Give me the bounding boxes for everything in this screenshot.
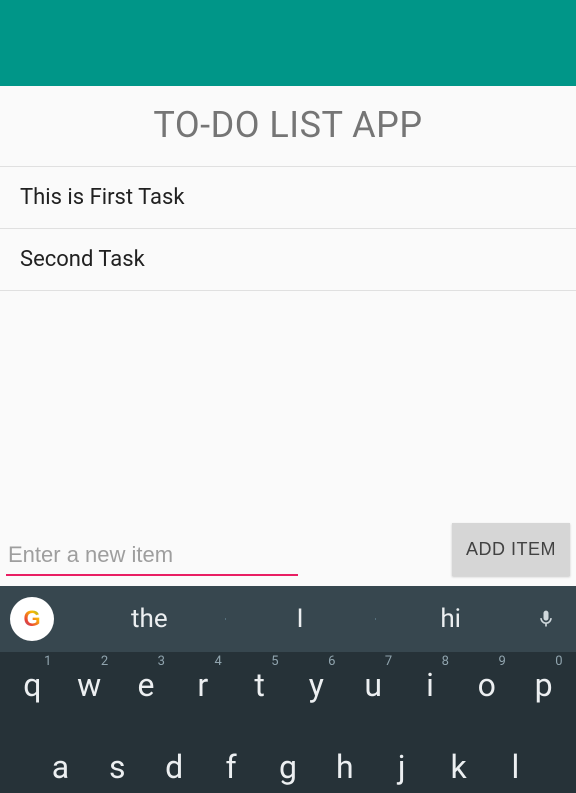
key-j[interactable]: j [377,748,427,786]
input-row: ADD ITEM [0,523,576,586]
input-wrap [6,536,442,576]
key-o[interactable]: o9 [462,666,512,704]
key-y[interactable]: y6 [291,666,341,704]
new-item-input[interactable] [6,536,298,576]
keyboard-suggestion[interactable]: the [74,604,225,634]
add-item-button[interactable]: ADD ITEM [452,523,570,576]
list-item[interactable]: Second Task [0,229,576,291]
key-i[interactable]: i8 [405,666,455,704]
key-a[interactable]: a [35,748,85,786]
key-l[interactable]: l [490,748,540,786]
key-d[interactable]: d [149,748,199,786]
mic-icon[interactable] [526,606,566,632]
key-r[interactable]: r4 [178,666,228,704]
task-list: This is First Task Second Task [0,166,576,291]
keyboard-row-2: a s d f g h j k l [4,742,572,792]
keyboard-rows: q1 w2 e3 r4 t5 y6 u7 i8 o9 p0 a s d f g … [0,652,576,793]
keyboard-row-1: q1 w2 e3 r4 t5 y6 u7 i8 o9 p0 [4,660,572,710]
key-w[interactable]: w2 [64,666,114,704]
key-t[interactable]: t5 [235,666,285,704]
key-p[interactable]: p0 [519,666,569,704]
key-s[interactable]: s [92,748,142,786]
keyboard-suggestion[interactable]: hi [375,604,526,634]
key-f[interactable]: f [206,748,256,786]
list-item[interactable]: This is First Task [0,166,576,229]
key-g[interactable]: g [263,748,313,786]
keyboard-suggestion[interactable]: I [225,604,376,634]
soft-keyboard: G the I hi q1 w2 e3 r4 t5 y6 u7 i8 o9 p0… [0,586,576,793]
content-area: This is First Task Second Task ADD ITEM [0,166,576,586]
keyboard-suggestion-bar: G the I hi [0,586,576,652]
key-e[interactable]: e3 [121,666,171,704]
page-title: TO-DO LIST APP [0,86,576,166]
google-icon[interactable]: G [10,597,54,641]
key-u[interactable]: u7 [348,666,398,704]
key-k[interactable]: k [434,748,484,786]
spacer [0,291,576,523]
key-q[interactable]: q1 [7,666,57,704]
app-bar [0,0,576,86]
key-h[interactable]: h [320,748,370,786]
